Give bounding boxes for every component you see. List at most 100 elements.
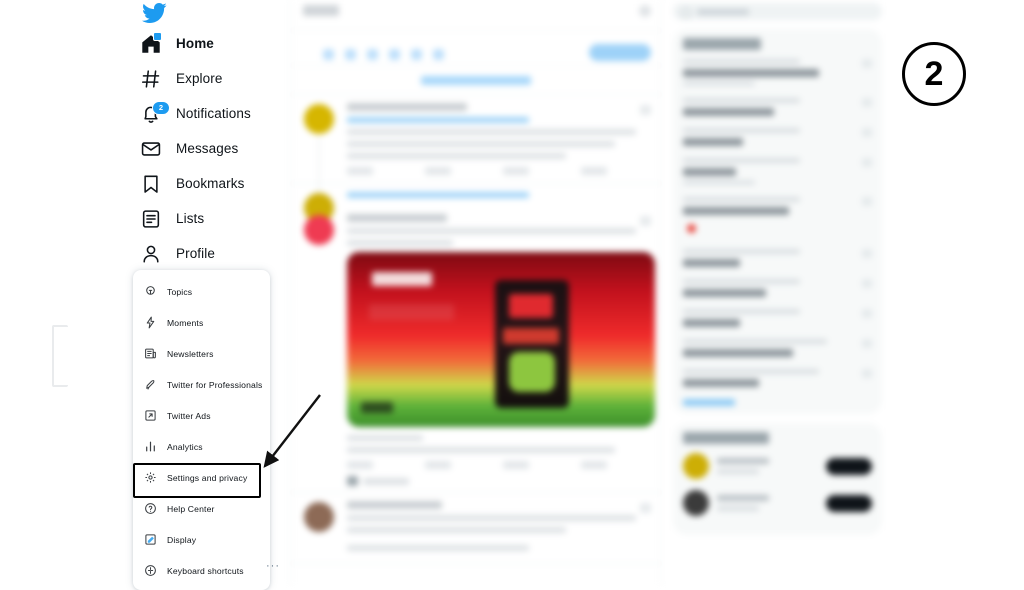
- promoted-label: [347, 476, 651, 486]
- show-this-thread-link[interactable]: [347, 192, 530, 198]
- avatar[interactable]: [304, 215, 334, 245]
- avatar[interactable]: [683, 490, 709, 516]
- menu-item-label: Settings and privacy: [167, 472, 248, 483]
- like-icon[interactable]: [503, 461, 529, 469]
- twitter-bird-icon[interactable]: [141, 0, 171, 26]
- ad-brand-logo: [372, 272, 432, 286]
- trend-emoji: [687, 224, 696, 233]
- avatar[interactable]: [683, 453, 709, 479]
- trend-overflow-icon[interactable]: [862, 339, 872, 348]
- show-more-trends-link[interactable]: [683, 399, 735, 406]
- trend-category: [683, 197, 801, 202]
- tweet-button[interactable]: [589, 44, 651, 61]
- menu-item-help-center[interactable]: Help Center: [133, 493, 270, 524]
- suggestion-display-name: [717, 458, 769, 464]
- trend-item[interactable]: [683, 309, 872, 327]
- promoted-icon: [347, 476, 358, 486]
- avatar[interactable]: [304, 502, 334, 532]
- tweet-media-image[interactable]: [347, 252, 655, 427]
- trend-overflow-icon[interactable]: [862, 249, 872, 258]
- more-overflow-icon[interactable]: ···: [266, 560, 280, 572]
- trend-category: [683, 369, 820, 374]
- trend-item[interactable]: [683, 158, 872, 185]
- promoted-text: [363, 477, 409, 485]
- trend-item[interactable]: [683, 339, 872, 357]
- menu-item-topics[interactable]: Topics: [133, 276, 270, 307]
- trend-item[interactable]: [683, 98, 872, 116]
- tweet-text-line: [347, 545, 530, 551]
- share-icon[interactable]: [581, 461, 607, 469]
- gear-icon: [144, 471, 157, 484]
- sidebar-item-profile[interactable]: Profile: [130, 238, 290, 269]
- question-circle-icon: [144, 502, 157, 515]
- tweet-actions[interactable]: [347, 461, 651, 469]
- search-twitter-input[interactable]: [673, 3, 882, 20]
- menu-item-display[interactable]: Display: [133, 524, 270, 555]
- trend-item[interactable]: [683, 197, 872, 237]
- sidebar-item-lists[interactable]: Lists: [130, 203, 290, 234]
- compose-gif-icon[interactable]: [345, 49, 356, 60]
- nav-items-list: Home Explore 2 Notifications Messages Bo…: [130, 28, 290, 273]
- retweet-icon[interactable]: [425, 167, 451, 175]
- display-icon: [144, 533, 157, 546]
- tweet-overflow-icon[interactable]: [640, 105, 651, 115]
- compose-location-icon[interactable]: [433, 49, 444, 60]
- avatar[interactable]: [304, 104, 334, 134]
- share-icon[interactable]: [581, 167, 607, 175]
- tweet-item[interactable]: [291, 184, 661, 223]
- trend-overflow-icon[interactable]: [862, 59, 872, 68]
- sparkle-settings-icon[interactable]: [639, 5, 651, 17]
- tweet-overflow-icon[interactable]: [640, 503, 651, 513]
- trend-overflow-icon[interactable]: [862, 309, 872, 318]
- tweet-mention-link[interactable]: [347, 117, 530, 123]
- menu-item-moments[interactable]: Moments: [133, 307, 270, 338]
- tweet-text-line: [347, 228, 636, 234]
- trend-item[interactable]: [683, 128, 872, 146]
- like-icon[interactable]: [503, 167, 529, 175]
- trend-item[interactable]: [683, 369, 872, 387]
- trend-category: [683, 309, 801, 314]
- compose-poll-icon[interactable]: [367, 49, 378, 60]
- compose-media-icon[interactable]: [323, 49, 334, 60]
- sidebar-item-bookmarks[interactable]: Bookmarks: [130, 168, 290, 199]
- newsletter-icon: [144, 347, 157, 360]
- follow-suggestion-row[interactable]: [683, 453, 872, 479]
- tweet-item[interactable]: [291, 95, 661, 195]
- follow-button[interactable]: [826, 457, 872, 475]
- reply-icon[interactable]: [347, 167, 373, 175]
- tweet-item-promoted[interactable]: [291, 206, 661, 493]
- trend-overflow-icon[interactable]: [862, 128, 872, 137]
- sidebar-item-messages[interactable]: Messages: [130, 133, 290, 164]
- suggestion-handle: [717, 506, 759, 511]
- follow-suggestion-row[interactable]: [683, 490, 872, 516]
- trend-overflow-icon[interactable]: [862, 279, 872, 288]
- tweet-actions[interactable]: [347, 167, 651, 175]
- compose-schedule-icon[interactable]: [411, 49, 422, 60]
- sidebar-item-home[interactable]: Home: [130, 28, 290, 59]
- trend-item[interactable]: [683, 279, 872, 297]
- reply-icon[interactable]: [347, 461, 373, 469]
- trend-overflow-icon[interactable]: [862, 98, 872, 107]
- retweet-icon[interactable]: [425, 461, 451, 469]
- trend-name: [683, 289, 767, 297]
- trend-item[interactable]: [683, 59, 872, 86]
- trend-overflow-icon[interactable]: [862, 158, 872, 167]
- sidebar-item-label: Messages: [176, 141, 239, 156]
- tweet-item[interactable]: [291, 493, 661, 564]
- menu-item-keyboard-shortcuts[interactable]: Keyboard shortcuts: [133, 555, 270, 586]
- sidebar-item-notifications[interactable]: 2 Notifications: [130, 98, 290, 129]
- step-number-badge: 2: [902, 42, 966, 106]
- home-new-indicator-dot: [153, 31, 162, 41]
- trend-overflow-icon[interactable]: [862, 369, 872, 378]
- tweet-overflow-icon[interactable]: [640, 216, 651, 226]
- compose-emoji-icon[interactable]: [389, 49, 400, 60]
- trend-overflow-icon[interactable]: [862, 197, 872, 206]
- show-more-tweets-banner[interactable]: [291, 66, 661, 95]
- menu-item-newsletters[interactable]: Newsletters: [133, 338, 270, 369]
- compose-tweet-row[interactable]: [291, 31, 661, 66]
- trend-category: [683, 128, 801, 133]
- bell-icon: 2: [140, 100, 170, 125]
- follow-button[interactable]: [826, 494, 872, 512]
- sidebar-item-explore[interactable]: Explore: [130, 63, 290, 94]
- trend-item[interactable]: [683, 249, 872, 267]
